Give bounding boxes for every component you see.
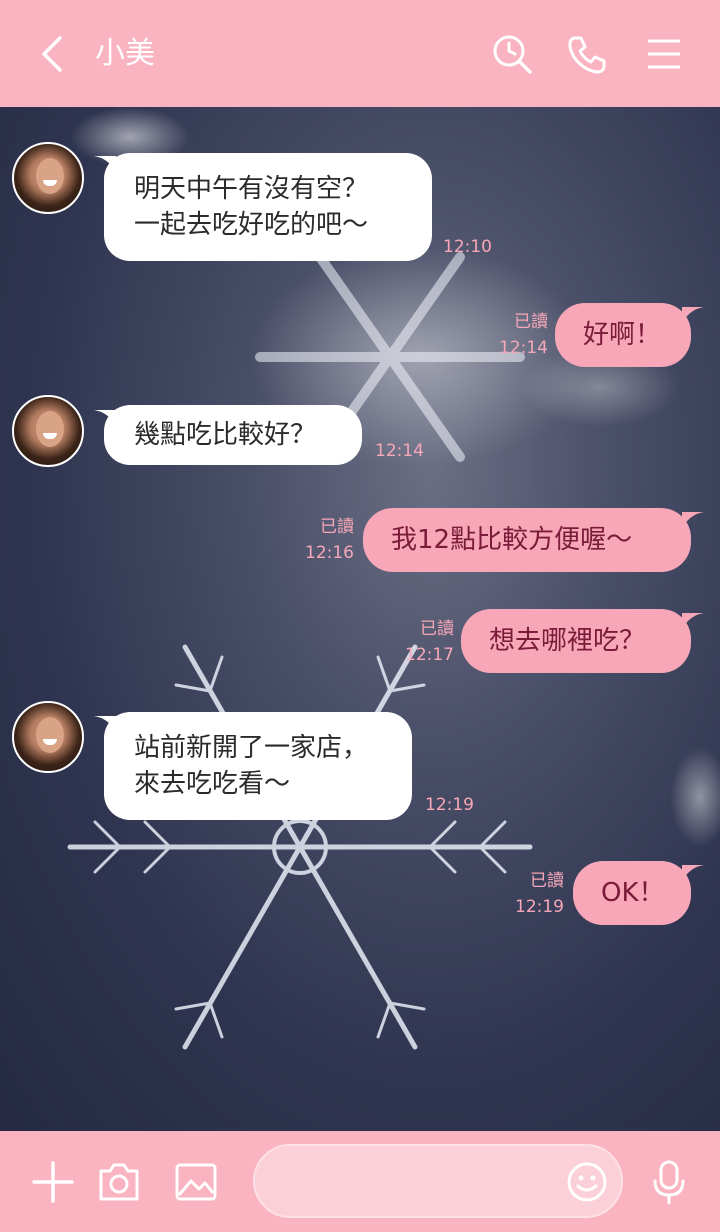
- friend-avatar[interactable]: [12, 701, 84, 773]
- chevron-left-icon[interactable]: [36, 34, 72, 74]
- read-receipt: 已讀: [320, 517, 354, 537]
- plus-icon[interactable]: [30, 1159, 76, 1205]
- incoming-message-bubble[interactable]: 幾點吃比較好？: [104, 405, 362, 465]
- message-time: 12:19: [515, 897, 564, 917]
- outgoing-message-bubble[interactable]: 好啊！: [555, 303, 691, 367]
- chat-header: 小美: [0, 0, 720, 107]
- composer-bar: [0, 1131, 720, 1232]
- message-time: 12:10: [443, 237, 492, 257]
- read-receipt: 已讀: [530, 871, 564, 891]
- message-time: 12:14: [499, 338, 548, 358]
- search-clock-icon[interactable]: [490, 32, 534, 76]
- friend-avatar[interactable]: [12, 395, 84, 467]
- message-time: 12:14: [375, 441, 424, 461]
- menu-icon[interactable]: [642, 32, 686, 76]
- bubble-tail: [682, 512, 704, 528]
- chat-title: 小美: [95, 36, 155, 71]
- read-receipt: 已讀: [420, 619, 454, 639]
- outgoing-message-bubble[interactable]: 想去哪裡吃？: [461, 609, 691, 673]
- microphone-icon[interactable]: [646, 1159, 692, 1205]
- incoming-message-bubble[interactable]: 站前新開了一家店， 來去吃吃看～: [104, 712, 412, 820]
- message-time: 12:19: [425, 795, 474, 815]
- emoji-icon[interactable]: [566, 1161, 608, 1203]
- phone-icon[interactable]: [565, 32, 609, 76]
- incoming-message-bubble[interactable]: 明天中午有沒有空？ 一起去吃好吃的吧～: [104, 153, 432, 261]
- image-icon[interactable]: [173, 1159, 219, 1205]
- bubble-tail: [682, 613, 704, 629]
- camera-icon[interactable]: [96, 1159, 142, 1205]
- bubble-tail: [682, 865, 704, 881]
- message-time: 12:16: [305, 543, 354, 563]
- read-receipt: 已讀: [514, 312, 548, 332]
- outgoing-message-bubble[interactable]: OK！: [573, 861, 691, 925]
- bubble-tail: [682, 307, 704, 323]
- message-time: 12:17: [405, 645, 454, 665]
- outgoing-message-bubble[interactable]: 我12點比較方便喔～: [363, 508, 691, 572]
- friend-avatar[interactable]: [12, 142, 84, 214]
